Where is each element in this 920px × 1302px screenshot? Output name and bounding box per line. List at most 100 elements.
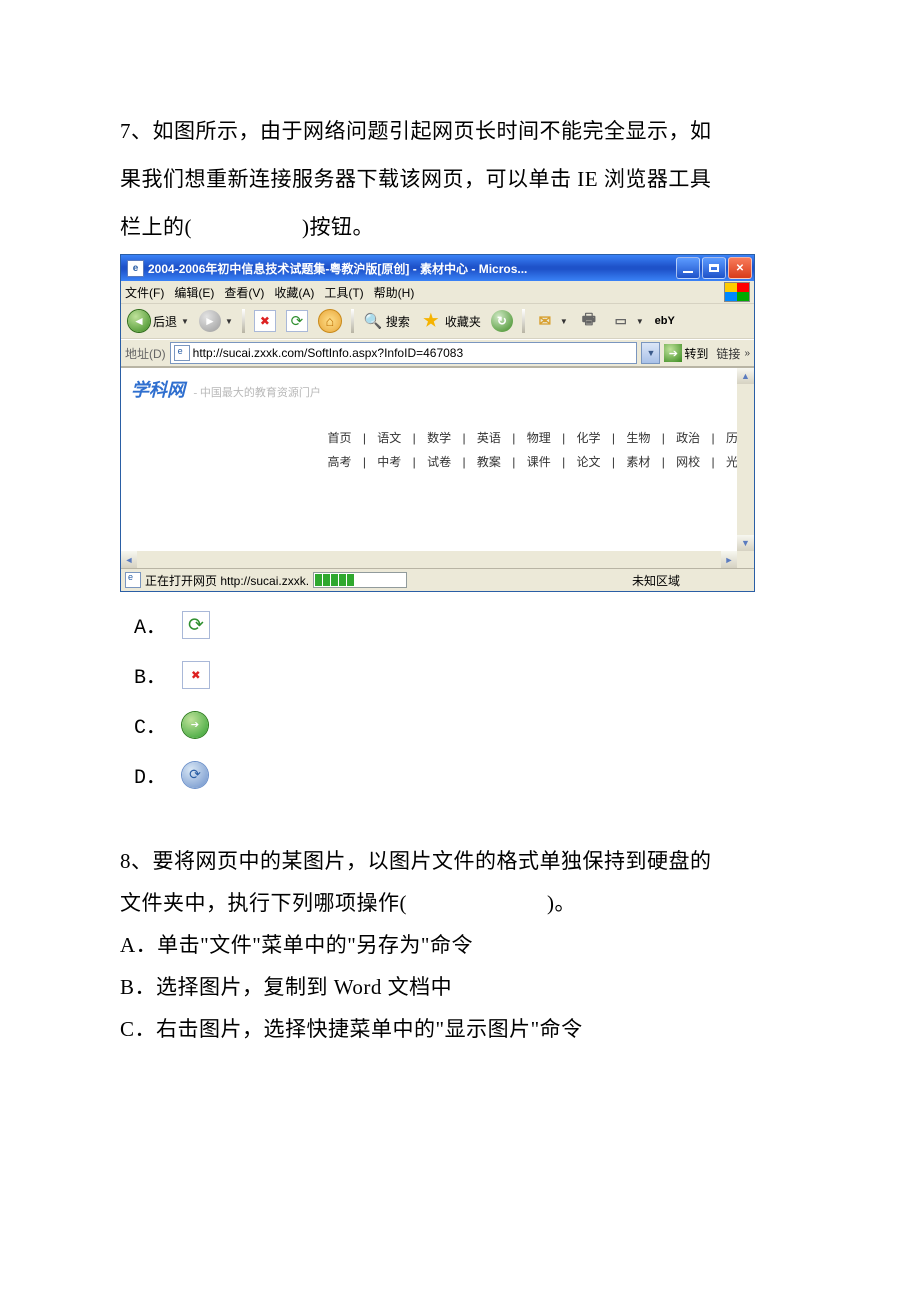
- ie-window: 2004-2006年初中信息技术试题集-粤教沪版[原创] - 素材中心 - Mi…: [120, 254, 755, 592]
- search-button[interactable]: 搜索: [360, 307, 413, 335]
- q7-line3: 栏上的( )按钮。: [120, 206, 802, 248]
- chevron-right-icon: »: [744, 348, 750, 359]
- nav-link[interactable]: 素材: [622, 455, 654, 469]
- go-label: 转到: [684, 345, 708, 362]
- nav-link[interactable]: 数学: [423, 431, 455, 445]
- nav-link[interactable]: 生物: [622, 431, 654, 445]
- search-icon: [363, 311, 383, 331]
- ebay-button[interactable]: ebY: [651, 307, 679, 335]
- nav-link[interactable]: 高考: [323, 455, 355, 469]
- site-tagline: - 中国最大的教育资源门户: [193, 387, 320, 399]
- menu-tools[interactable]: 工具(T): [324, 284, 363, 301]
- nav-link[interactable]: 试卷: [423, 455, 455, 469]
- history-button[interactable]: [488, 307, 516, 335]
- separator: [242, 309, 245, 333]
- stop-icon: [254, 310, 276, 332]
- edit-icon: [610, 310, 632, 332]
- mail-icon: [534, 310, 556, 332]
- print-icon: [578, 310, 600, 332]
- forward-icon: [199, 310, 221, 332]
- nav-link[interactable]: 语文: [373, 431, 405, 445]
- address-input[interactable]: http://sucai.zxxk.com/SoftInfo.aspx?Info…: [170, 342, 638, 364]
- maximize-button[interactable]: [702, 257, 726, 279]
- address-url: http://sucai.zxxk.com/SoftInfo.aspx?Info…: [193, 346, 464, 360]
- nav-link[interactable]: 中考: [373, 455, 405, 469]
- address-label: 地址(D): [125, 345, 166, 362]
- favorites-button[interactable]: 收藏夹: [417, 307, 484, 335]
- status-bar: 正在打开网页 http://sucai.zxxk. 未知区域: [121, 568, 754, 591]
- status-text: 正在打开网页 http://sucai.zxxk.: [145, 572, 309, 589]
- q8-line2-post: )。: [547, 891, 576, 915]
- windows-flag-icon: [724, 282, 750, 302]
- back-label: 后退: [153, 313, 177, 330]
- close-button[interactable]: [728, 257, 752, 279]
- address-dropdown[interactable]: [641, 342, 660, 364]
- titlebar: 2004-2006年初中信息技术试题集-粤教沪版[原创] - 素材中心 - Mi…: [121, 255, 754, 281]
- menu-help[interactable]: 帮助(H): [374, 284, 415, 301]
- home-icon: [318, 309, 342, 333]
- scroll-corner: [737, 551, 754, 568]
- refresh-icon: [182, 611, 210, 639]
- q8-option-b: B．选择图片，复制到 Word 文档中: [120, 966, 802, 1008]
- menu-favorites[interactable]: 收藏(A): [274, 284, 314, 301]
- star-icon: [420, 310, 442, 332]
- address-bar: 地址(D) http://sucai.zxxk.com/SoftInfo.asp…: [121, 339, 754, 367]
- nav-link[interactable]: 首页: [323, 431, 355, 445]
- option-b-label: B．: [134, 660, 166, 690]
- q8-line2-pre: 文件夹中，执行下列哪项操作(: [120, 891, 407, 915]
- q7-line3-post: )按钮。: [302, 215, 374, 239]
- links-label[interactable]: 链接: [716, 345, 740, 362]
- separator: [351, 309, 354, 333]
- chevron-down-icon: ▼: [636, 317, 644, 326]
- q7-options: A． B． C． D．: [134, 600, 802, 800]
- nav-link[interactable]: 化学: [573, 431, 605, 445]
- security-zone: 未知区域: [632, 572, 680, 589]
- favorites-label: 收藏夹: [445, 313, 481, 330]
- ebay-icon: ebY: [654, 310, 676, 332]
- nav-link[interactable]: 英语: [473, 431, 505, 445]
- go-button[interactable]: 转到: [664, 344, 708, 362]
- print-button[interactable]: [575, 307, 603, 335]
- stop-button[interactable]: [251, 307, 279, 335]
- nav-link[interactable]: 政治: [672, 431, 704, 445]
- option-b: B．: [134, 650, 802, 700]
- back-button[interactable]: 后退 ▼: [125, 307, 192, 335]
- mail-button[interactable]: ▼: [531, 307, 571, 335]
- horizontal-scrollbar[interactable]: [121, 551, 737, 568]
- search-label: 搜索: [386, 313, 410, 330]
- menu-view[interactable]: 查看(V): [224, 284, 264, 301]
- minimize-button[interactable]: [676, 257, 700, 279]
- edit-button[interactable]: ▼: [607, 307, 647, 335]
- site-nav-row2: 高考 | 中考 | 试卷 | 教案 | 课件 | 论文 | 素材 | 网校 | …: [131, 450, 744, 474]
- toolbar: 后退 ▼ ▼ 搜索 收藏夹 ▼ ▼: [121, 304, 754, 339]
- home-button[interactable]: [315, 307, 345, 335]
- option-a: A．: [134, 600, 802, 650]
- option-c-label: C．: [134, 710, 166, 740]
- nav-link[interactable]: 教案: [473, 455, 505, 469]
- option-c: C．: [134, 700, 802, 750]
- nav-link[interactable]: 物理: [523, 431, 555, 445]
- question-8: 8、要将网页中的某图片，以图片文件的格式单独保持到硬盘的 文件夹中，执行下列哪项…: [120, 840, 802, 1050]
- q7-line1: 7、如图所示，由于网络问题引起网页长时间不能完全显示，如: [120, 110, 802, 152]
- q8-line1: 8、要将网页中的某图片，以图片文件的格式单独保持到硬盘的: [120, 840, 802, 882]
- back-icon: [128, 310, 150, 332]
- window-title: 2004-2006年初中信息技术试题集-粤教沪版[原创] - 素材中心 - Mi…: [148, 260, 527, 277]
- forward-button[interactable]: ▼: [196, 307, 236, 335]
- nav-link[interactable]: 网校: [672, 455, 704, 469]
- q7-line3-pre: 栏上的(: [120, 215, 192, 239]
- site-nav-row1: 首页 | 语文 | 数学 | 英语 | 物理 | 化学 | 生物 | 政治 | …: [131, 426, 744, 450]
- nav-link[interactable]: 论文: [573, 455, 605, 469]
- refresh-button[interactable]: [283, 307, 311, 335]
- option-d-label: D．: [134, 760, 166, 790]
- page-content: 学科网 - 中国最大的教育资源门户 首页 | 语文 | 数学 | 英语 | 物理…: [121, 367, 754, 568]
- q7-line2: 果我们想重新连接服务器下载该网页，可以单击 IE 浏览器工具: [120, 158, 802, 200]
- option-d: D．: [134, 750, 802, 800]
- menu-edit[interactable]: 编辑(E): [174, 284, 214, 301]
- nav-link[interactable]: 课件: [523, 455, 555, 469]
- refresh-icon: [286, 310, 308, 332]
- menubar: 文件(F) 编辑(E) 查看(V) 收藏(A) 工具(T) 帮助(H): [121, 281, 754, 304]
- globe-refresh-icon: [182, 762, 208, 788]
- menu-file[interactable]: 文件(F): [125, 284, 164, 301]
- site-logo: 学科网: [131, 380, 185, 400]
- vertical-scrollbar[interactable]: [737, 368, 754, 551]
